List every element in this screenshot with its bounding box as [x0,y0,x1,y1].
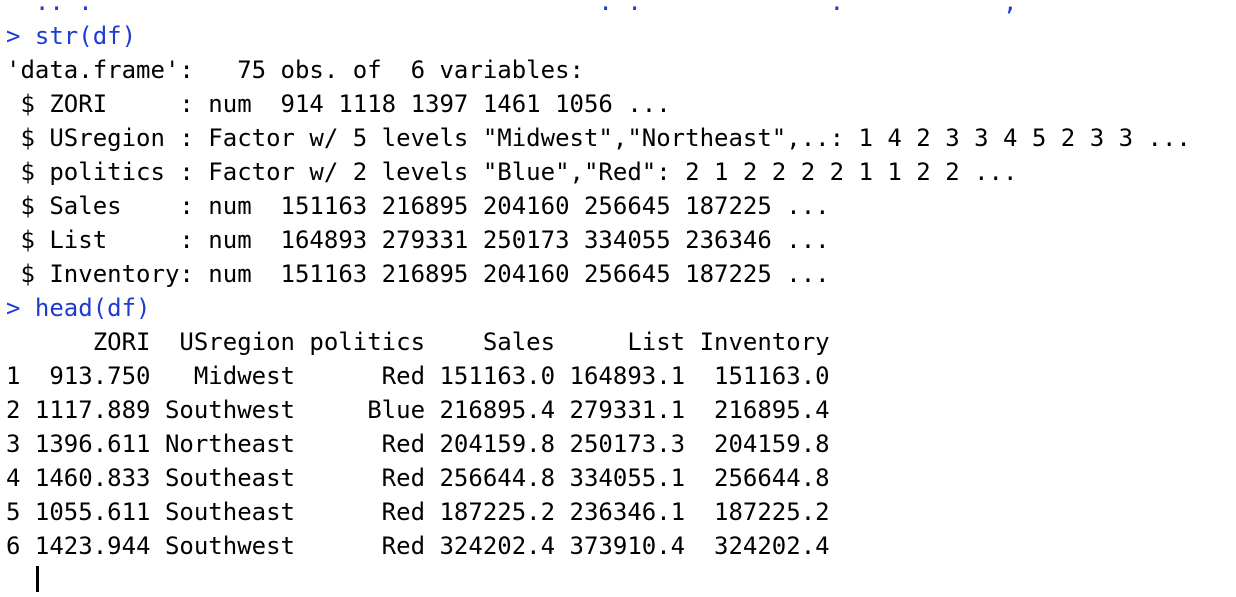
command-text-str: str(df) [20,22,137,50]
table-row: 4 1460.833 Southeast Red 256644.8 334055… [6,464,830,492]
text-cursor [36,566,39,592]
output-line: $ ZORI : num 914 1118 1397 1461 1056 ... [6,90,671,118]
table-row: 2 1117.889 Southwest Blue 216895.4 27933… [6,396,830,424]
command-line-head: > head(df) [0,291,1236,325]
command-text-head: head(df) [20,294,151,322]
prompt-symbol: > [6,22,21,50]
table-row: 5 1055.611 Southeast Red 187225.2 236346… [6,498,830,526]
r-console[interactable]: .. . . . . , > str(df) 'data.frame': 75 … [0,0,1236,597]
output-line: $ Sales : num 151163 216895 204160 25664… [6,192,830,220]
output-line: 'data.frame': 75 obs. of 6 variables: [6,56,584,84]
table-row: 3 1396.611 Northeast Red 204159.8 250173… [6,430,830,458]
table-row: 6 1423.944 Southwest Red 324202.4 373910… [6,532,830,560]
output-line: $ politics : Factor w/ 2 levels "Blue","… [6,158,1018,186]
table-row: 1 913.750 Midwest Red 151163.0 164893.1 … [6,362,830,390]
table-header-row: ZORI USregion politics Sales List Invent… [6,328,830,356]
input-line[interactable] [0,563,1236,597]
output-line: $ Inventory: num 151163 216895 204160 25… [6,260,830,288]
prompt-symbol: > [6,294,21,322]
output-line: $ List : num 164893 279331 250173 334055… [6,226,830,254]
output-line: $ USregion : Factor w/ 5 levels "Midwest… [6,124,1191,152]
partial-previous-line: .. . . . . , [6,0,1018,16]
command-line-str: > str(df) [0,19,1236,53]
